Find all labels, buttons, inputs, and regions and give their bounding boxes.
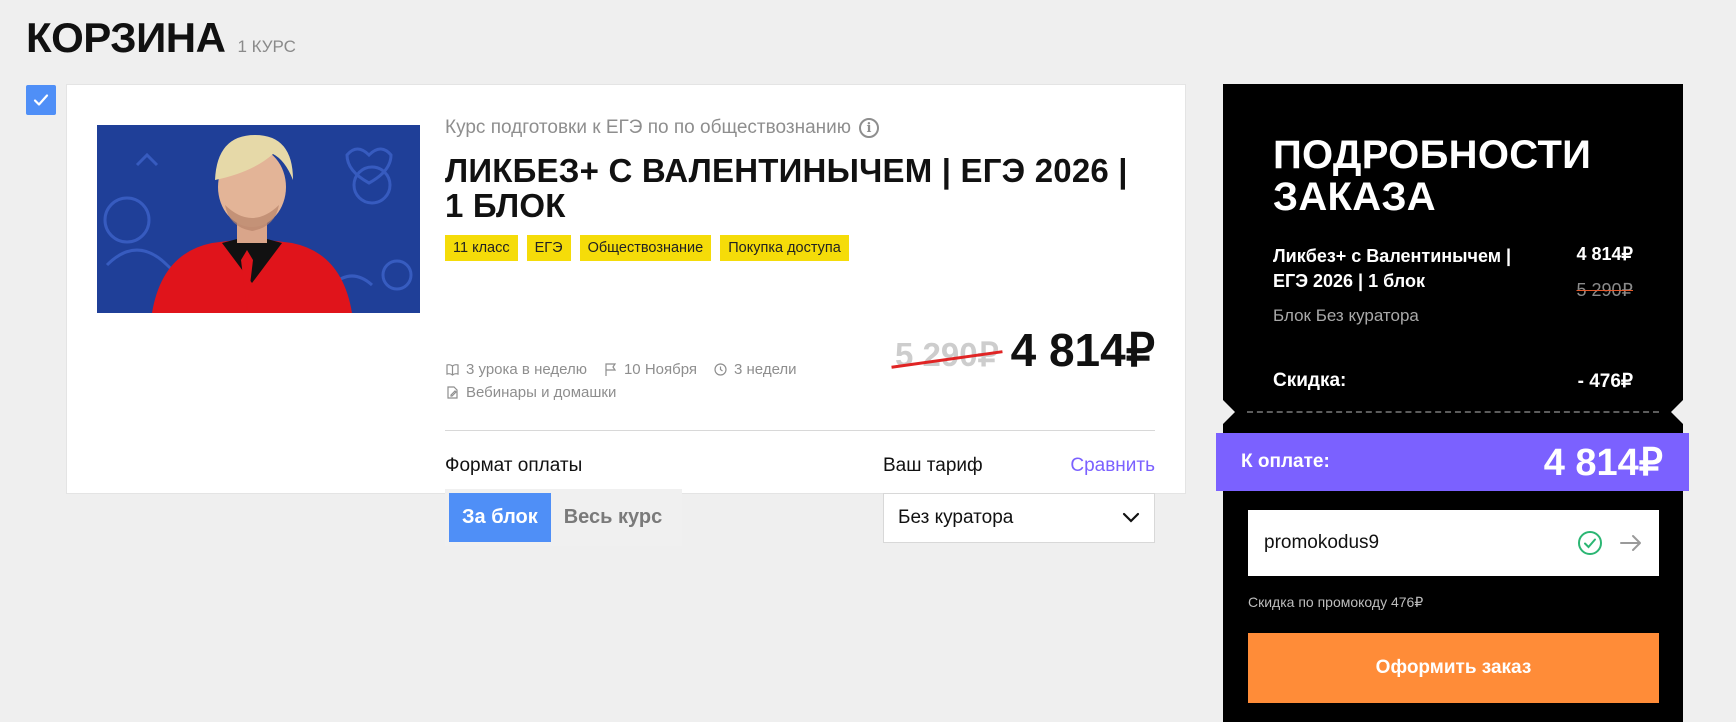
payment-format: Формат оплаты За блок Весь курс [445, 455, 682, 546]
page-title: КОРЗИНА [26, 14, 226, 61]
course-info: Курс подготовки к ЕГЭ по по обществознан… [445, 117, 1155, 401]
discount-value: - 476₽ [1577, 371, 1633, 392]
tariff-dropdown-value: Без куратора [898, 507, 1014, 528]
chevron-down-icon [1122, 512, 1140, 523]
edit-icon [447, 386, 458, 399]
check-circle-icon [1578, 531, 1602, 555]
tag: Покупка доступа [720, 235, 849, 261]
promo-discount-note: Скидка по промокоду 476₽ [1248, 594, 1424, 610]
start-date-meta: 10 Ноября [603, 361, 697, 378]
course-subject-text: Курс подготовки к ЕГЭ по по обществознан… [445, 117, 851, 138]
total-label: К оплате: [1241, 451, 1330, 472]
course-title[interactable]: ЛИКБЕЗ+ С ВАЛЕНТИНЫЧЕМ | ЕГЭ 2026 | 1 БЛ… [445, 153, 1155, 223]
course-subject: Курс подготовки к ЕГЭ по по обществознан… [445, 117, 1155, 139]
tariff-label: Ваш тариф [883, 455, 983, 476]
select-course-checkbox[interactable] [26, 85, 56, 115]
info-icon[interactable]: i [859, 118, 879, 138]
flag-icon [605, 363, 617, 376]
promo-code-input[interactable] [1264, 532, 1544, 554]
order-item-old-price: 5 290₽ [1576, 280, 1634, 300]
payment-format-toggle: За блок Весь курс [445, 489, 682, 546]
order-line-item: Ликбез+ с Валентинычем | ЕГЭ 2026 | 1 бл… [1273, 244, 1633, 326]
current-price: 4 814₽ [1010, 324, 1155, 376]
order-item-price: 4 814₽ [1576, 244, 1634, 264]
cart-count: 1 КУРС [237, 37, 296, 56]
tag: Обществознание [579, 235, 712, 261]
arrow-right-icon[interactable] [1619, 533, 1643, 553]
order-item-tariff: Блок Без куратора [1273, 306, 1419, 325]
promo-code-field [1248, 510, 1659, 576]
discount-label: Скидка: [1273, 370, 1347, 391]
tag: ЕГЭ [526, 235, 571, 261]
price-block: 5 290₽ 4 814₽ [895, 323, 1155, 377]
payment-format-label: Формат оплаты [445, 455, 583, 476]
total-amount: 4 814₽ [1543, 441, 1663, 484]
tag: 11 класс [445, 235, 518, 261]
cart-item-card: Курс подготовки к ЕГЭ по по обществознан… [66, 84, 1186, 546]
format-meta: Вебинары и домашки [445, 384, 616, 401]
divider [445, 430, 1155, 431]
lessons-meta: 3 урока в неделю [445, 361, 587, 378]
clock-icon [714, 363, 727, 376]
tariff-dropdown[interactable]: Без куратора [883, 493, 1155, 543]
checkmark-icon [33, 94, 49, 106]
tariff-select-block: Ваш тариф Сравнить Без куратора [883, 455, 1155, 543]
pay-per-block-option[interactable]: За блок [449, 493, 551, 542]
dashed-separator [1247, 411, 1659, 413]
order-summary-panel: ПОДРОБНОСТИ ЗАКАЗА Ликбез+ с Валентиныче… [1223, 84, 1683, 722]
pay-full-course-option[interactable]: Весь курс [551, 493, 676, 542]
page-title-block: КОРЗИНА 1 КУРС [26, 14, 296, 62]
ticket-notch-left [1223, 400, 1235, 424]
order-item-name: Ликбез+ с Валентинычем | ЕГЭ 2026 | 1 бл… [1273, 246, 1512, 291]
course-cover-image[interactable] [97, 125, 420, 313]
old-price: 5 290₽ [895, 336, 999, 373]
ticket-notch-right [1671, 400, 1683, 424]
checkout-button[interactable]: Оформить заказ [1248, 633, 1659, 703]
duration-meta: 3 недели [713, 361, 797, 378]
compare-link[interactable]: Сравнить [1070, 455, 1155, 477]
total-bar: К оплате: 4 814₽ [1216, 433, 1689, 491]
course-tags: 11 класс ЕГЭ Обществознание Покупка дост… [445, 235, 1155, 261]
order-summary-title: ПОДРОБНОСТИ ЗАКАЗА [1273, 133, 1592, 219]
book-icon [446, 364, 459, 376]
discount-row: Скидка: - 476₽ [1273, 370, 1633, 393]
